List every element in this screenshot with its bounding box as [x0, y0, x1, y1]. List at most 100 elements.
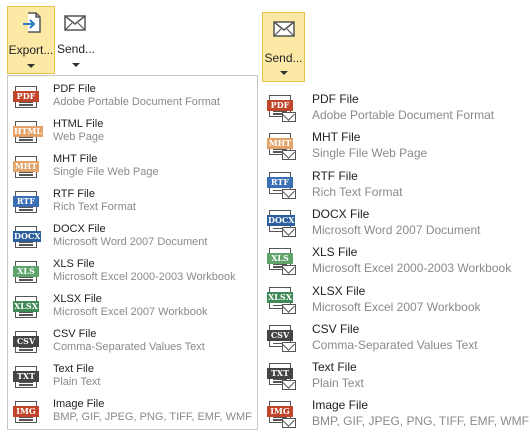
- menu-item-docx[interactable]: DOCX DOCX File Microsoft Word 2007 Documen…: [262, 204, 530, 242]
- menu-item-rtf[interactable]: RTF RTF File Rich Text Format: [262, 166, 530, 204]
- file-type-tag: MHT: [13, 161, 39, 172]
- menu-item-title: XLS File: [312, 245, 358, 260]
- menu-item-description: Microsoft Excel 2007 Workbook: [53, 306, 208, 318]
- menu-item-description: Plain Text: [312, 376, 364, 391]
- pdf-file-icon: PDF: [13, 86, 41, 110]
- menu-item-xlsx[interactable]: XLSX XLSX File Microsoft Excel 2007 Workbo…: [8, 290, 257, 325]
- file-type-tag: RTF: [13, 196, 39, 207]
- menu-item-xlsx[interactable]: XLSX XLSX File Microsoft Excel 2007 Workbo…: [262, 281, 530, 319]
- menu-item-title: CSV File: [53, 328, 97, 340]
- menu-item-description: Microsoft Excel 2000-2003 Workbook: [53, 271, 236, 283]
- menu-item-description: Microsoft Word 2007 Document: [312, 222, 481, 237]
- file-type-tag: HTML: [13, 126, 43, 137]
- chevron-down-icon: [279, 71, 288, 75]
- menu-item-title: Text File: [53, 363, 94, 375]
- menu-item-img[interactable]: IMG Image File BMP, GIF, JPEG, PNG, TIFF, …: [8, 395, 257, 430]
- menu-item-title: RTF File: [53, 188, 95, 200]
- rtf-file-icon: RTF: [13, 191, 41, 215]
- menu-item-xls[interactable]: XLS XLS File Microsoft Excel 2000-2003 Wor…: [262, 242, 530, 280]
- export-button[interactable]: Export...: [7, 6, 55, 74]
- send-button[interactable]: Send...: [56, 6, 96, 74]
- file-type-tag: PDF: [13, 91, 39, 102]
- menu-item-html[interactable]: HTML HTML File Web Page: [8, 115, 257, 150]
- menu-item-title: XLSX File: [53, 293, 102, 305]
- file-type-tag: DOCX: [13, 231, 42, 242]
- menu-item-description: Single File Web Page: [53, 166, 159, 178]
- image-file-icon: IMG: [13, 401, 41, 425]
- menu-item-mht[interactable]: MHT MHT File Single File Web Page: [8, 150, 257, 185]
- menu-item-description: Microsoft Excel 2007 Workbook: [312, 299, 481, 314]
- menu-item-description: Microsoft Excel 2000-2003 Workbook: [312, 261, 512, 276]
- menu-item-title: MHT File: [312, 130, 361, 145]
- menu-item-description: Microsoft Word 2007 Document: [53, 236, 208, 248]
- menu-item-description: BMP, GIF, JPEG, PNG, TIFF, EMF, WMF: [53, 411, 252, 423]
- menu-item-description: Single File Web Page: [312, 146, 428, 161]
- image-file-mail-icon: IMG: [267, 401, 296, 429]
- menu-item-description: Rich Text Format: [53, 201, 136, 213]
- export-button-label: Export...: [8, 43, 54, 57]
- menu-item-description: Comma-Separated Values Text: [53, 341, 205, 353]
- menu-item-mht[interactable]: MHT MHT File Single File Web Page: [262, 127, 530, 165]
- menu-item-pdf[interactable]: PDF PDF File Adobe Portable Document Forma…: [8, 80, 257, 115]
- menu-item-title: Text File: [312, 360, 357, 375]
- file-type-tag: IMG: [13, 406, 39, 417]
- rtf-file-mail-icon: RTF: [267, 171, 296, 199]
- pdf-file-mail-icon: PDF: [267, 95, 296, 122]
- export-icon: [23, 12, 41, 33]
- menu-item-pdf[interactable]: PDF PDF File Adobe Portable Document Forma…: [262, 89, 530, 127]
- export-menu: PDF PDF File Adobe Portable Document Forma…: [7, 75, 258, 430]
- menu-item-csv[interactable]: CSV CSV File Comma-Separated Values Text: [262, 319, 530, 357]
- menu-item-description: Web Page: [53, 131, 105, 143]
- file-type-tag: DOCX: [267, 214, 296, 226]
- txt-file-mail-icon: TXT: [267, 363, 296, 391]
- mht-file-mail-icon: MHT: [267, 133, 296, 161]
- menu-item-description: Plain Text: [53, 376, 101, 388]
- menu-item-xls[interactable]: XLS XLS File Microsoft Excel 2000-2003 Wor…: [8, 255, 257, 290]
- menu-item-txt[interactable]: TXT Text File Plain Text: [262, 357, 530, 395]
- send-button-label: Send...: [56, 42, 96, 56]
- menu-item-title: XLSX File: [312, 283, 366, 298]
- menu-item-title: PDF File: [53, 83, 96, 95]
- menu-item-description: Adobe Portable Document Format: [53, 96, 220, 108]
- html-file-icon: HTML: [13, 121, 43, 145]
- csv-file-icon: CSV: [13, 331, 41, 355]
- file-type-tag: XLS: [13, 266, 39, 277]
- menu-item-description: BMP, GIF, JPEG, PNG, TIFF, EMF, WMF: [312, 414, 529, 429]
- menu-item-csv[interactable]: CSV CSV File Comma-Separated Values Text: [8, 325, 257, 360]
- menu-item-rtf[interactable]: RTF RTF File Rich Text Format: [8, 185, 257, 220]
- menu-item-title: HTML File: [53, 118, 104, 130]
- xls-file-mail-icon: XLS: [267, 248, 296, 276]
- menu-item-title: CSV File: [312, 321, 360, 336]
- mht-file-icon: MHT: [13, 156, 41, 180]
- file-type-tag: CSV: [13, 336, 39, 347]
- menu-item-txt[interactable]: TXT Text File Plain Text: [8, 360, 257, 395]
- xlsx-file-icon: XLSX: [13, 296, 41, 320]
- file-type-tag: XLSX: [13, 301, 39, 312]
- envelope-icon: [273, 21, 295, 37]
- menu-item-title: DOCX File: [53, 223, 106, 235]
- csv-file-mail-icon: CSV: [267, 324, 296, 352]
- menu-item-title: MHT File: [53, 153, 98, 165]
- send-menu: PDF PDF File Adobe Portable Document Forma…: [262, 82, 530, 429]
- menu-item-description: Rich Text Format: [312, 184, 403, 199]
- menu-item-docx[interactable]: DOCX DOCX File Microsoft Word 2007 Documen…: [8, 220, 257, 255]
- envelope-icon: [64, 15, 86, 31]
- docx-file-icon: DOCX: [13, 226, 42, 250]
- chevron-down-icon: [27, 64, 35, 68]
- txt-file-icon: TXT: [13, 366, 41, 390]
- xlsx-file-mail-icon: XLSX: [267, 286, 296, 314]
- menu-item-title: XLS File: [53, 258, 95, 270]
- menu-item-img[interactable]: IMG Image File BMP, GIF, JPEG, PNG, TIFF, …: [262, 395, 530, 433]
- send-button-open[interactable]: Send...: [262, 12, 305, 82]
- docx-file-mail-icon: DOCX: [267, 209, 296, 237]
- menu-item-title: DOCX File: [312, 206, 370, 221]
- menu-item-title: Image File: [312, 398, 369, 413]
- menu-item-title: RTF File: [312, 168, 358, 183]
- chevron-down-icon: [72, 63, 80, 67]
- menu-item-description: Comma-Separated Values Text: [312, 337, 478, 352]
- file-type-tag: TXT: [13, 371, 39, 382]
- menu-item-title: Image File: [53, 398, 105, 410]
- xls-file-icon: XLS: [13, 261, 41, 285]
- menu-item-title: PDF File: [312, 92, 359, 106]
- send-button-label: Send...: [264, 51, 303, 65]
